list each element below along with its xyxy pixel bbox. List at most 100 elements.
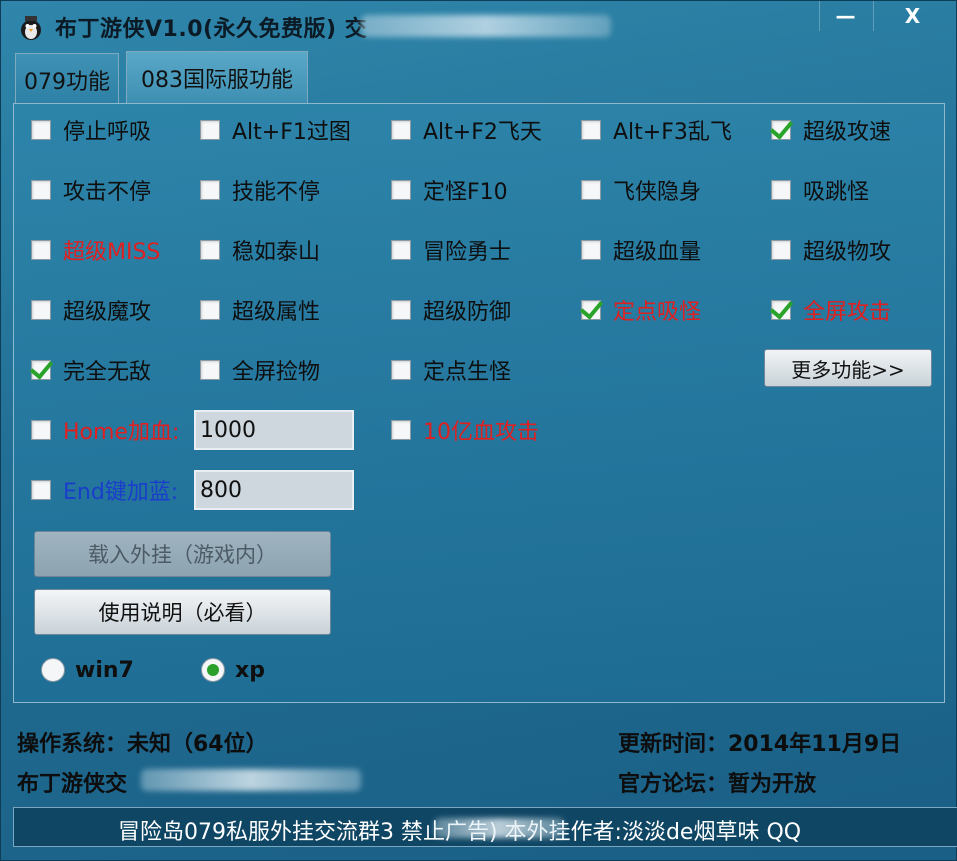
- checkbox-box[interactable]: [200, 120, 220, 140]
- checkbox-checked[interactable]: [31, 360, 51, 380]
- marquee-banner: 冒险岛079私服外挂交流群3 禁止广告) 本外挂作者:淡淡de烟草味 QQ: [13, 807, 957, 847]
- feature-checkbox[interactable]: 超级防御: [391, 295, 511, 325]
- feature-checkbox[interactable]: Alt+F2飞天: [391, 115, 542, 145]
- feature-checkbox[interactable]: Alt+F1过图: [200, 115, 351, 145]
- checkbox-box[interactable]: [391, 180, 411, 200]
- feature-checkbox[interactable]: 全屏攻击: [771, 295, 891, 325]
- marquee-redaction: [434, 818, 564, 838]
- feature-label: Alt+F3乱飞: [613, 120, 732, 145]
- checkbox-box[interactable]: [200, 360, 220, 380]
- checkbox-checked[interactable]: [581, 300, 601, 320]
- checkbox-box[interactable]: [31, 120, 51, 140]
- checkbox-box[interactable]: [771, 240, 791, 260]
- feature-label: 超级属性: [232, 300, 321, 325]
- more-features-button[interactable]: 更多功能>>: [764, 349, 932, 387]
- checkbox-box[interactable]: [31, 420, 51, 440]
- group-status: 布丁游侠交: [17, 772, 128, 797]
- os-radio-label: xp: [235, 657, 265, 683]
- checkbox-box[interactable]: [31, 480, 51, 500]
- feature-label: 冒险勇士: [423, 240, 512, 265]
- close-button[interactable]: X: [873, 1, 951, 31]
- feature-label: 飞侠隐身: [613, 180, 702, 205]
- os-radio-win7[interactable]: win7: [41, 656, 134, 684]
- checkbox-box[interactable]: [391, 420, 411, 440]
- feature-checkbox[interactable]: 定怪F10: [391, 175, 508, 205]
- billion-attack-label: 10亿血攻击: [423, 420, 539, 445]
- checkbox-box[interactable]: [200, 180, 220, 200]
- feature-label: 吸跳怪: [803, 180, 870, 205]
- checkbox-box[interactable]: [391, 240, 411, 260]
- feature-label: 全屏攻击: [803, 300, 892, 325]
- feature-label: 超级血量: [613, 240, 702, 265]
- feature-checkbox[interactable]: 超级MISS: [31, 235, 160, 265]
- feature-checkbox[interactable]: 稳如泰山: [200, 235, 320, 265]
- checkbox-box[interactable]: [31, 240, 51, 260]
- feature-checkbox[interactable]: Alt+F3乱飞: [581, 115, 732, 145]
- end-mana-label: End键加蓝:: [63, 480, 179, 505]
- title-bar[interactable]: 布丁游侠V1.0(永久免费版) 交 — X: [1, 1, 957, 47]
- feature-label: 停止呼吸: [63, 120, 152, 145]
- feature-checkbox[interactable]: 停止呼吸: [31, 115, 151, 145]
- home-heal-label: Home加血:: [63, 420, 180, 445]
- radio-dot[interactable]: [201, 658, 225, 682]
- checkbox-box[interactable]: [771, 180, 791, 200]
- checkbox-box[interactable]: [391, 120, 411, 140]
- feature-label: 超级攻速: [803, 120, 892, 145]
- group-redaction: [141, 769, 361, 791]
- feature-checkbox[interactable]: 定点吸怪: [581, 295, 701, 325]
- checkbox-box[interactable]: [200, 240, 220, 260]
- feature-label: 超级魔攻: [63, 300, 152, 325]
- feature-label: 超级防御: [423, 300, 512, 325]
- feature-checkbox[interactable]: 技能不停: [200, 175, 320, 205]
- feature-checkbox[interactable]: 全屏捡物: [200, 355, 320, 385]
- main-window: 布丁游侠V1.0(永久免费版) 交 — X 079功能 083国际服功能 停止呼…: [0, 0, 957, 861]
- feature-checkbox[interactable]: 超级攻速: [771, 115, 891, 145]
- feature-checkbox[interactable]: 超级魔攻: [31, 295, 151, 325]
- minimize-button[interactable]: —: [819, 1, 871, 31]
- feature-checkbox[interactable]: 定点生怪: [391, 355, 511, 385]
- checkbox-box[interactable]: [31, 180, 51, 200]
- feature-label: 稳如泰山: [232, 240, 321, 265]
- feature-label: 完全无敌: [63, 360, 152, 385]
- radio-dot[interactable]: [41, 658, 65, 682]
- checkbox-box[interactable]: [581, 240, 601, 260]
- feature-checkbox[interactable]: 攻击不停: [31, 175, 151, 205]
- home-heal-checkbox[interactable]: Home加血:: [31, 415, 179, 445]
- os-radio-label: win7: [75, 657, 134, 683]
- billion-attack-checkbox[interactable]: 10亿血攻击: [391, 415, 539, 445]
- end-mana-input[interactable]: 800: [194, 470, 354, 510]
- feature-checkbox[interactable]: 吸跳怪: [771, 175, 869, 205]
- end-mana-checkbox[interactable]: End键加蓝:: [31, 475, 178, 505]
- os-radio-xp[interactable]: xp: [201, 656, 265, 684]
- forum-status: 官方论坛：暂为开放: [618, 772, 817, 797]
- tab-083-international[interactable]: 083国际服功能: [126, 51, 308, 103]
- checkbox-checked[interactable]: [771, 120, 791, 140]
- checkbox-box[interactable]: [200, 300, 220, 320]
- instructions-button[interactable]: 使用说明（必看）: [34, 589, 331, 635]
- tab-079[interactable]: 079功能: [15, 53, 119, 105]
- feature-checkbox[interactable]: 超级属性: [200, 295, 320, 325]
- feature-label: Alt+F1过图: [232, 120, 351, 145]
- window-title: 布丁游侠V1.0(永久免费版) 交: [55, 17, 368, 42]
- checkbox-checked[interactable]: [771, 300, 791, 320]
- checkbox-box[interactable]: [391, 300, 411, 320]
- checkbox-box[interactable]: [31, 300, 51, 320]
- title-redaction: [361, 15, 611, 37]
- feature-checkbox[interactable]: 超级血量: [581, 235, 701, 265]
- feature-checkbox[interactable]: 冒险勇士: [391, 235, 511, 265]
- feature-checkbox[interactable]: 完全无敌: [31, 355, 151, 385]
- load-cheat-button[interactable]: 载入外挂（游戏内）: [34, 531, 331, 577]
- feature-checkbox[interactable]: 飞侠隐身: [581, 175, 701, 205]
- update-time: 更新时间：2014年11月9日: [618, 732, 902, 757]
- feature-checkbox[interactable]: 超级物攻: [771, 235, 891, 265]
- feature-label: 全屏捡物: [232, 360, 321, 385]
- checkbox-box[interactable]: [581, 180, 601, 200]
- checkbox-box[interactable]: [391, 360, 411, 380]
- home-heal-input[interactable]: 1000: [194, 410, 354, 450]
- os-status: 操作系统：未知（64位）: [17, 732, 268, 757]
- checkbox-box[interactable]: [581, 120, 601, 140]
- app-logo-icon: [21, 16, 41, 40]
- feature-label: 超级物攻: [803, 240, 892, 265]
- feature-label: 技能不停: [232, 180, 321, 205]
- feature-label: 超级MISS: [63, 240, 161, 265]
